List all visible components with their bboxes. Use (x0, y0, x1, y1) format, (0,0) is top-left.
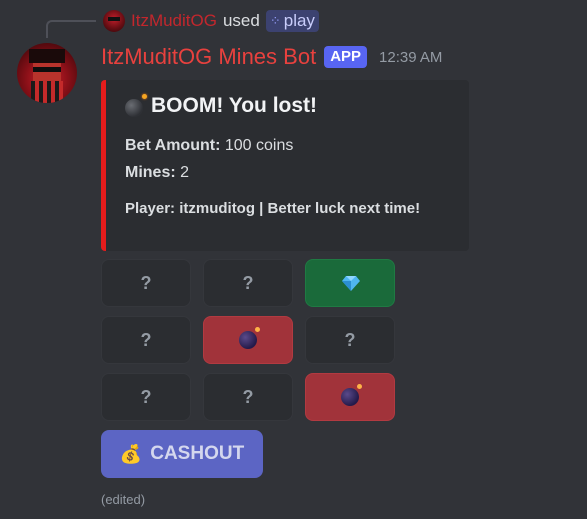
field-value: 100 coins (224, 137, 294, 154)
embed-fields: Bet Amount: 100 coins Mines: 2 (125, 132, 451, 186)
slash-command-chip[interactable]: ⁘ play (265, 10, 319, 32)
tile-label: ? (242, 272, 254, 293)
bomb-icon (239, 327, 260, 349)
reply-avatar[interactable] (103, 10, 125, 32)
mine-tile-r2c2-bomb[interactable] (203, 316, 293, 364)
edited-marker: (edited) (101, 492, 146, 507)
mine-tile-r3c3-bomb[interactable] (305, 373, 395, 421)
tile-label: ? (140, 272, 152, 293)
cashout-button[interactable]: 💰 CASHOUT (101, 430, 263, 478)
message-header: ItzMuditOG Mines Bot APP 12:39 AM (101, 43, 442, 71)
field-value: 2 (180, 164, 190, 181)
bomb-icon (341, 384, 362, 406)
result-embed: BOOM! You lost! Bet Amount: 100 coins Mi… (101, 80, 469, 251)
gem-icon (342, 276, 360, 291)
tile-label: ? (344, 329, 356, 350)
embed-footer: Player: itzmuditog | Better luck next ti… (125, 200, 421, 217)
embed-title-text: BOOM! You lost! (151, 94, 318, 117)
bot-username[interactable]: ItzMuditOG Mines Bot (101, 44, 316, 70)
embed-field-bet: Bet Amount: 100 coins (125, 132, 451, 159)
command-name: play (283, 11, 315, 30)
tile-label: ? (242, 386, 254, 407)
money-bag-icon: 💰 (119, 443, 143, 464)
reply-username[interactable]: ItzMuditOG (131, 11, 217, 31)
mine-tile-r1c2[interactable]: ? (203, 259, 293, 307)
field-name: Bet Amount: (125, 137, 221, 154)
embed-field-mines: Mines: 2 (125, 159, 451, 186)
tile-label: ? (140, 386, 152, 407)
mine-tile-r1c1[interactable]: ? (101, 259, 191, 307)
slash-command-icon: ⁘ (269, 13, 281, 28)
mine-tile-r1c3-gem[interactable] (305, 259, 395, 307)
mine-tile-r2c1[interactable]: ? (101, 316, 191, 364)
app-badge: APP (324, 46, 368, 68)
mine-tile-r2c3[interactable]: ? (305, 316, 395, 364)
message-timestamp[interactable]: 12:39 AM (379, 49, 442, 66)
reply-spine (46, 20, 96, 38)
reply-reference[interactable]: ItzMuditOG used ⁘ play (103, 9, 319, 33)
cashout-label: CASHOUT (150, 443, 245, 464)
tile-label: ? (140, 329, 152, 350)
field-name: Mines: (125, 164, 176, 181)
mine-tile-r3c2[interactable]: ? (203, 373, 293, 421)
reply-verb: used (222, 11, 260, 30)
embed-title: BOOM! You lost! (125, 94, 451, 118)
mine-tile-r3c1[interactable]: ? (101, 373, 191, 421)
bomb-icon (125, 94, 147, 117)
bot-avatar[interactable] (17, 43, 77, 103)
